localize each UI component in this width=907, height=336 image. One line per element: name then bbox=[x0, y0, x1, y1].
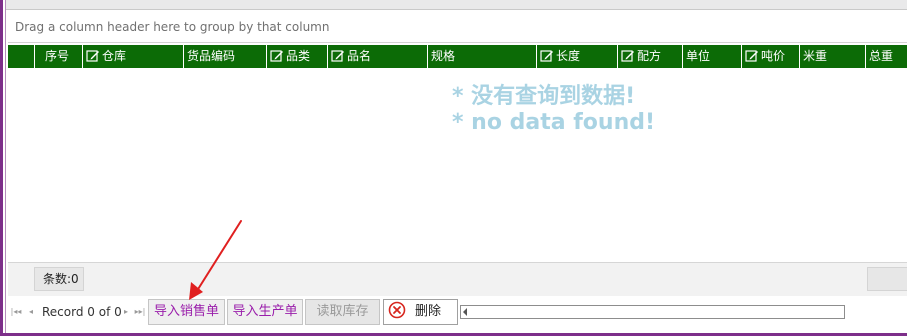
column-header-meter-weight[interactable]: 米重 bbox=[799, 45, 865, 68]
edit-icon bbox=[86, 50, 99, 62]
empty-state-message-en: * no data found! bbox=[452, 110, 656, 135]
edit-icon bbox=[745, 50, 758, 62]
column-header-unit[interactable]: 单位 bbox=[682, 45, 741, 68]
group-by-panel[interactable]: Drag a column header here to group by th… bbox=[8, 11, 907, 43]
column-label: 配方 bbox=[637, 49, 662, 63]
next-icon[interactable]: ▸ bbox=[121, 306, 131, 318]
read-stock-button[interactable]: 读取库存 bbox=[305, 299, 380, 325]
column-label: 吨价 bbox=[761, 49, 786, 63]
column-header-category[interactable]: 品类 bbox=[266, 45, 327, 68]
edit-icon bbox=[331, 50, 344, 62]
column-label: 品类 bbox=[286, 49, 311, 63]
column-label: 规格 bbox=[431, 49, 456, 63]
column-label: 米重 bbox=[803, 49, 828, 63]
annotation-arrow-icon bbox=[189, 220, 242, 300]
edit-icon bbox=[621, 50, 634, 62]
edit-icon bbox=[540, 50, 553, 62]
group-by-hint: Drag a column header here to group by th… bbox=[15, 20, 330, 34]
column-label: 序号 bbox=[45, 49, 70, 63]
import-sales-order-button[interactable]: 导入销售单 bbox=[148, 299, 225, 325]
record-position-label: Record 0 of 0 bbox=[42, 305, 122, 319]
grid-footer bbox=[8, 262, 907, 296]
empty-state-message-cn: * 没有查询到数据! bbox=[452, 84, 636, 109]
column-header-product-name[interactable]: 品名 bbox=[327, 45, 427, 68]
window-frame-left-inner bbox=[5, 0, 6, 336]
record-count-summary: 条数:0 bbox=[34, 267, 84, 291]
horizontal-scrollbar[interactable] bbox=[460, 305, 845, 319]
column-label: 仓库 bbox=[102, 49, 127, 63]
column-label: 单位 bbox=[686, 49, 711, 63]
column-header-warehouse[interactable]: 仓库 bbox=[82, 45, 183, 68]
window-frame-left bbox=[0, 0, 3, 336]
column-header-total-weight[interactable]: 总重 bbox=[865, 45, 907, 68]
footer-summary-cell bbox=[867, 267, 907, 291]
prev-icon[interactable]: ◂ bbox=[26, 306, 36, 318]
column-label: 品名 bbox=[347, 49, 372, 63]
first-page-icon[interactable]: |◂◂ bbox=[10, 306, 22, 318]
last-page-icon[interactable]: ▸▸| bbox=[134, 306, 146, 318]
column-label: 货品编码 bbox=[187, 49, 236, 63]
delete-icon bbox=[388, 301, 406, 319]
column-label: 长度 bbox=[556, 49, 581, 63]
delete-button-label: 删除 bbox=[415, 304, 442, 319]
column-header-seq[interactable]: 序号 bbox=[34, 45, 82, 68]
column-header-formula[interactable]: 配方 bbox=[617, 45, 682, 68]
column-label: 总重 bbox=[869, 49, 894, 63]
column-header-item-code[interactable]: 货品编码 bbox=[183, 45, 266, 68]
delete-button[interactable]: 删除 bbox=[383, 299, 458, 325]
top-edge bbox=[6, 0, 907, 10]
import-production-order-button[interactable]: 导入生产单 bbox=[227, 299, 303, 325]
edit-icon bbox=[270, 50, 283, 62]
scroll-left-icon[interactable] bbox=[463, 308, 467, 316]
column-header-spec[interactable]: 规格 bbox=[427, 45, 536, 68]
column-header-length[interactable]: 长度 bbox=[536, 45, 617, 68]
column-header-ton-price[interactable]: 吨价 bbox=[741, 45, 799, 68]
grid-header-row: 序号 仓库 货品编码 品类 品名 规格 长度 配方 单位 吨价 米重 总重 bbox=[8, 45, 907, 68]
column-header-indicator bbox=[8, 45, 34, 68]
